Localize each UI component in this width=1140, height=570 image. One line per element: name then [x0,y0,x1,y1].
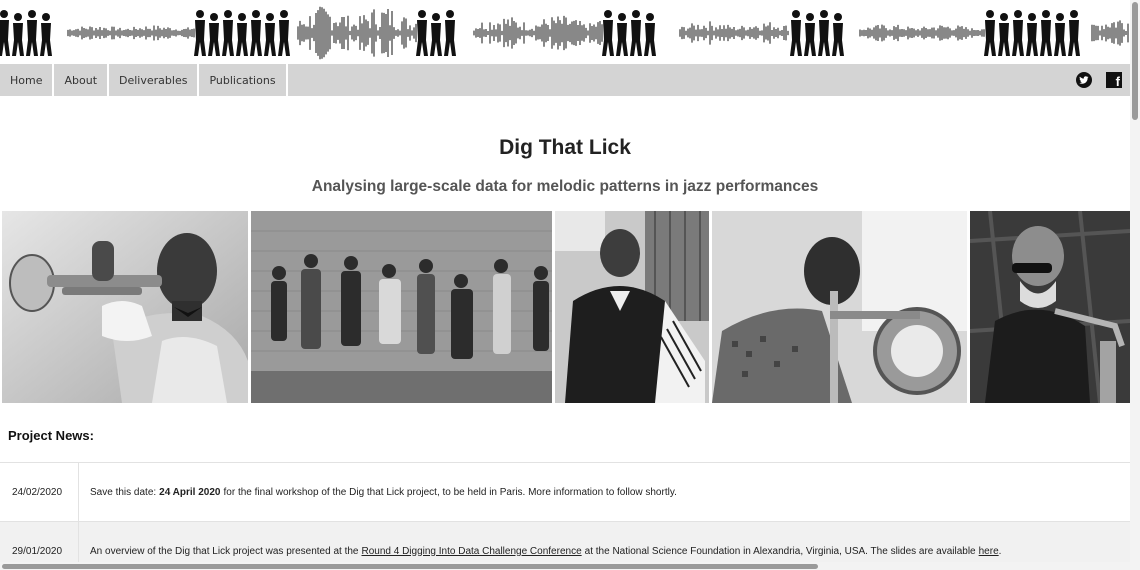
news-text-post: for the final workshop of the Dig that L… [223,486,677,498]
news-table: 24/02/2020 Save this date: 24 April 2020… [0,462,1130,570]
news-text-mid: at the National Science Foundation in Al… [584,545,976,557]
news-text-post: . [998,545,1002,557]
news-text: Save this date: 24 April 2020 for the fi… [79,463,677,521]
page-title: Dig That Lick [499,136,631,159]
vertical-scroll-thumb[interactable] [1132,2,1138,120]
news-text-pre: Save this date: [90,486,157,498]
nav-deliverables[interactable]: Deliverables [109,64,200,96]
nav-home[interactable]: Home [0,64,55,96]
horizontal-scrollbar[interactable] [0,562,1130,570]
vertical-scrollbar[interactable] [1130,0,1140,570]
page-subtitle: Analysing large-scale data for melodic p… [311,178,819,195]
conference-link[interactable]: Round 4 Digging Into Data Challenge Conf… [361,546,581,557]
horizontal-scroll-thumb[interactable] [2,564,818,569]
social-links: f [1076,64,1130,96]
photo-strip [2,211,1130,403]
street-band-photo [251,211,552,403]
main-nav: Home About Deliverables Publications f [0,64,1130,96]
news-row: 24/02/2020 Save this date: 24 April 2020… [0,463,1130,522]
saxophonist-photo [970,211,1130,403]
nav-about[interactable]: About [54,64,110,96]
nav-publications[interactable]: Publications [199,64,288,96]
news-text-pre: An overview of the Dig that Lick project… [90,545,359,557]
twitter-icon[interactable] [1076,72,1092,88]
pianist-photo [555,211,709,403]
jazz-banner [0,0,1130,64]
banner-waveform-icon [0,6,1129,60]
news-text-bold: 24 April 2020 [159,486,221,498]
trumpeter-photo [2,211,248,403]
news-heading: Project News: [8,428,94,443]
slides-link[interactable]: here [979,546,999,557]
facebook-icon[interactable]: f [1106,72,1122,88]
trombonist-photo [712,211,967,403]
news-date: 24/02/2020 [0,463,79,521]
